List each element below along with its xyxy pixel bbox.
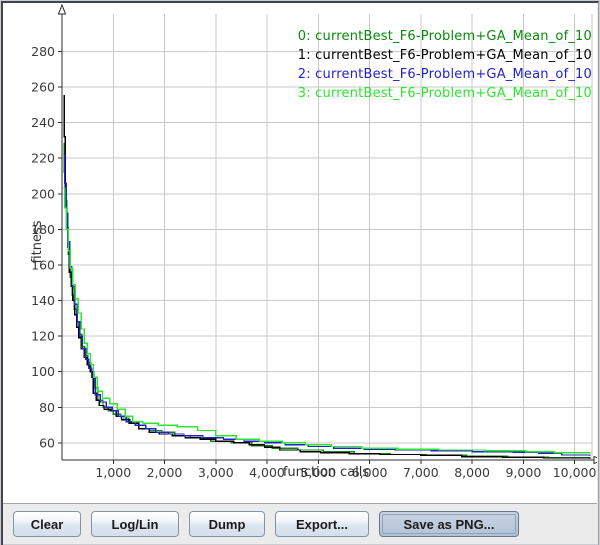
save-as-png-button[interactable]: Save as PNG... <box>379 511 519 537</box>
legend-entry: 1: currentBest_F6-Problem+GA_Mean_of_10 <box>298 46 592 65</box>
log-lin-button[interactable]: Log/Lin <box>91 511 179 537</box>
legend-entry: 2: currentBest_F6-Problem+GA_Mean_of_10 <box>298 65 592 84</box>
clear-button[interactable]: Clear <box>13 511 81 537</box>
legend-entry: 3: currentBest_F6-Problem+GA_Mean_of_10 <box>298 84 592 103</box>
dump-button[interactable]: Dump <box>189 511 265 537</box>
svg-text:60: 60 <box>39 435 55 450</box>
svg-text:10,000: 10,000 <box>553 465 597 480</box>
chart-panel: 1,0002,0003,0004,0005,0006,0007,0008,000… <box>3 3 597 504</box>
toolbar: Clear Log/Lin Dump Export... Save as PNG… <box>3 504 597 545</box>
svg-text:280: 280 <box>31 44 55 59</box>
y-axis-title: fitness <box>30 212 46 272</box>
legend-entry: 0: currentBest_F6-Problem+GA_Mean_of_10 <box>298 27 592 46</box>
x-axis-title: function calls <box>126 465 526 480</box>
export-button[interactable]: Export... <box>275 511 369 537</box>
svg-text:140: 140 <box>31 293 55 308</box>
svg-text:80: 80 <box>39 400 55 415</box>
application-window: 1,0002,0003,0004,0005,0006,0007,0008,000… <box>0 0 600 545</box>
svg-text:220: 220 <box>31 151 55 166</box>
svg-text:260: 260 <box>31 80 55 95</box>
svg-text:120: 120 <box>31 329 55 344</box>
svg-text:240: 240 <box>31 115 55 130</box>
svg-text:200: 200 <box>31 186 55 201</box>
svg-text:100: 100 <box>31 364 55 379</box>
chart-legend: 0: currentBest_F6-Problem+GA_Mean_of_10 … <box>298 27 592 103</box>
